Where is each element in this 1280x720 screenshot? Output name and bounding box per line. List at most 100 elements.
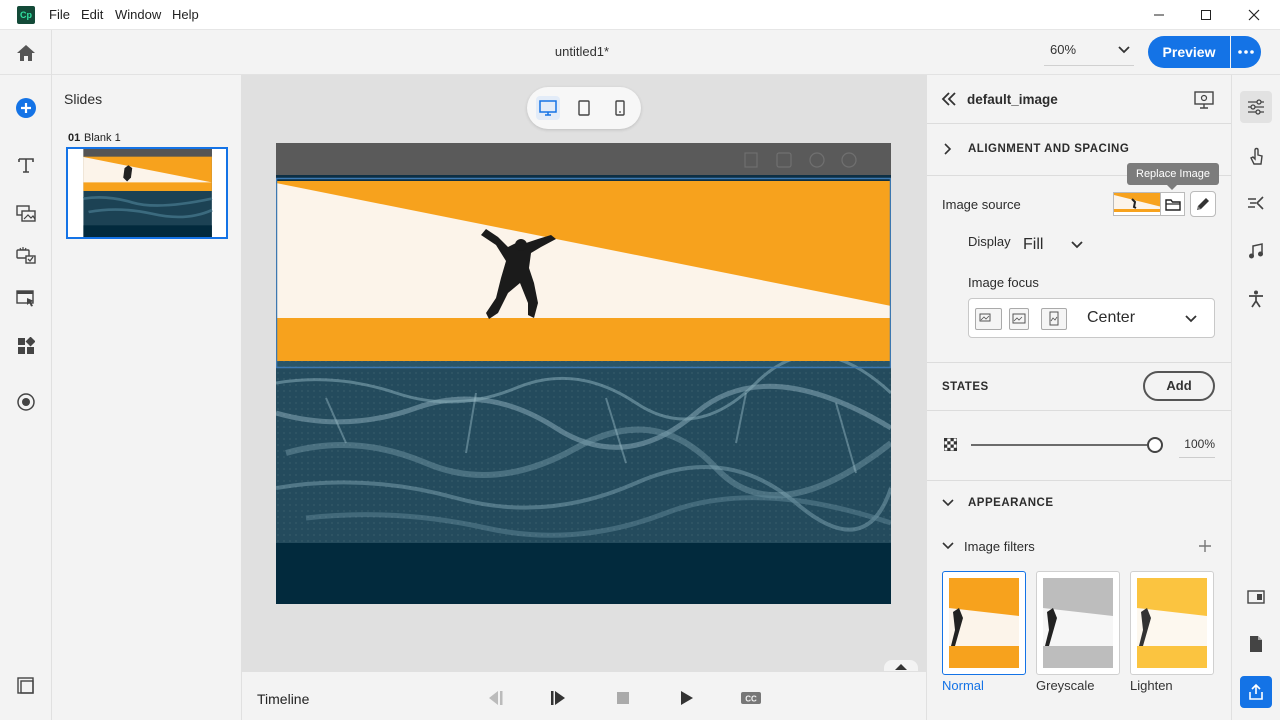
play-button[interactable] — [677, 688, 697, 708]
slide-canvas[interactable] — [276, 143, 891, 604]
slide-content — [276, 143, 891, 604]
focus-center-icon — [1012, 313, 1026, 324]
close-icon — [1248, 9, 1260, 21]
chevron-down-icon[interactable] — [1185, 315, 1197, 323]
filter-normal-card[interactable] — [942, 571, 1026, 675]
more-options-button[interactable] — [1231, 36, 1261, 68]
display-select[interactable]: Fill — [1023, 236, 1043, 254]
alignment-section-title[interactable]: ALIGNMENT AND SPACING — [968, 143, 1129, 155]
add-content-button[interactable] — [14, 96, 38, 120]
assets-tool-button[interactable] — [14, 334, 38, 358]
slide-name: Blank 1 — [84, 132, 121, 144]
accessibility-tab-button[interactable] — [1240, 283, 1272, 315]
collapse-panel-icon[interactable] — [941, 92, 957, 106]
assets-icon — [18, 337, 35, 354]
opacity-value-field[interactable]: 100% — [1179, 437, 1215, 458]
opacity-slider-track[interactable] — [971, 444, 1147, 446]
step-back-button[interactable] — [485, 688, 505, 708]
preview-button[interactable]: Preview — [1148, 36, 1230, 68]
interaction-tool-button[interactable] — [14, 243, 38, 267]
animations-tab-button[interactable] — [1240, 187, 1272, 219]
document-tab-button[interactable] — [1240, 628, 1272, 660]
menu-file[interactable]: File — [49, 7, 70, 22]
states-section-title: STATES — [942, 381, 989, 393]
step-forward-icon — [551, 691, 565, 705]
focus-center-button[interactable] — [1009, 308, 1029, 330]
minimize-button[interactable] — [1136, 0, 1182, 30]
image-source-thumbnail[interactable] — [1113, 192, 1161, 216]
add-state-button[interactable]: Add — [1143, 371, 1215, 401]
widget-tool-button[interactable] — [14, 286, 38, 310]
media-tool-button[interactable] — [14, 201, 38, 225]
chevron-down-icon — [1118, 46, 1130, 54]
tablet-view-button[interactable] — [572, 96, 596, 120]
header-bar: untitled1* 60% Preview — [0, 30, 1280, 75]
filter-greyscale-label: Greyscale — [1036, 678, 1095, 693]
chevron-down-icon[interactable] — [942, 499, 954, 507]
filter-greyscale-card[interactable] — [1036, 571, 1120, 675]
maximize-icon — [1201, 10, 1211, 20]
document-icon — [1250, 636, 1262, 652]
record-tool-button[interactable] — [14, 390, 38, 414]
home-icon — [16, 44, 35, 61]
image-focus-label: Image focus — [968, 275, 1039, 290]
ellipsis-icon — [1238, 50, 1254, 54]
document-title: untitled1* — [554, 44, 610, 59]
filter-normal-preview — [949, 578, 1019, 668]
home-button[interactable] — [0, 30, 52, 75]
focus-right-button[interactable] — [1041, 308, 1067, 330]
stop-button[interactable] — [613, 688, 633, 708]
audio-tab-button[interactable] — [1240, 235, 1272, 267]
slide-thumbnail-image — [83, 149, 213, 237]
captions-button[interactable]: CC — [741, 688, 761, 708]
filter-greyscale-preview — [1043, 578, 1113, 668]
menu-help[interactable]: Help — [172, 7, 199, 22]
chevron-down-icon[interactable] — [942, 542, 954, 550]
slides-panel: Slides 01 Blank 1 — [52, 75, 242, 720]
mobile-icon — [615, 100, 625, 116]
replace-image-tooltip: Replace Image — [1127, 163, 1219, 185]
filter-lighten-card[interactable] — [1130, 571, 1214, 675]
slide-view-icon[interactable] — [1194, 91, 1214, 109]
desktop-view-button[interactable] — [536, 96, 560, 120]
interactions-tab-button[interactable] — [1240, 140, 1272, 172]
maximize-button[interactable] — [1183, 0, 1229, 30]
tooltip-arrow — [1167, 185, 1177, 190]
app-logo: Cp — [17, 6, 35, 24]
filter-normal-label: Normal — [942, 678, 984, 693]
text-tool-button[interactable] — [14, 153, 38, 177]
closed-captions-icon: CC — [741, 692, 761, 704]
focus-left-button[interactable] — [975, 308, 1002, 330]
chevron-down-icon[interactable] — [1071, 241, 1083, 249]
image-thumbnail — [1114, 193, 1160, 215]
replace-image-button[interactable] — [1161, 192, 1185, 216]
slide-number: 01 — [68, 132, 81, 144]
chevron-right-icon[interactable] — [944, 143, 952, 155]
layout-tab-button[interactable] — [1240, 581, 1272, 613]
edit-image-button[interactable] — [1190, 191, 1216, 217]
interaction-icon — [16, 247, 36, 264]
play-icon — [681, 691, 693, 705]
mobile-view-button[interactable] — [608, 96, 632, 120]
opacity-slider-handle[interactable] — [1147, 437, 1163, 453]
panel-toggle-button[interactable] — [14, 674, 38, 698]
slide-thumbnail[interactable] — [66, 147, 228, 239]
image-focus-control: Center — [968, 298, 1215, 338]
touch-icon — [1250, 147, 1263, 165]
properties-tab-button[interactable] — [1240, 91, 1272, 123]
media-icon — [16, 205, 36, 222]
right-rail — [1231, 75, 1280, 720]
menu-edit[interactable]: Edit — [81, 7, 103, 22]
focus-right-icon — [1049, 311, 1059, 326]
share-button[interactable] — [1240, 676, 1272, 708]
close-button[interactable] — [1231, 0, 1277, 30]
appearance-section-title[interactable]: APPEARANCE — [968, 497, 1054, 509]
image-focus-select[interactable]: Center — [1087, 309, 1135, 327]
opacity-icon — [944, 438, 957, 451]
menu-window[interactable]: Window — [115, 7, 161, 22]
step-forward-button[interactable] — [549, 688, 569, 708]
properties-panel: default_image ALIGNMENT AND SPACING Repl… — [926, 75, 1231, 720]
plus-icon[interactable] — [1199, 540, 1211, 552]
element-name: default_image — [967, 92, 1058, 107]
step-back-icon — [489, 691, 503, 705]
